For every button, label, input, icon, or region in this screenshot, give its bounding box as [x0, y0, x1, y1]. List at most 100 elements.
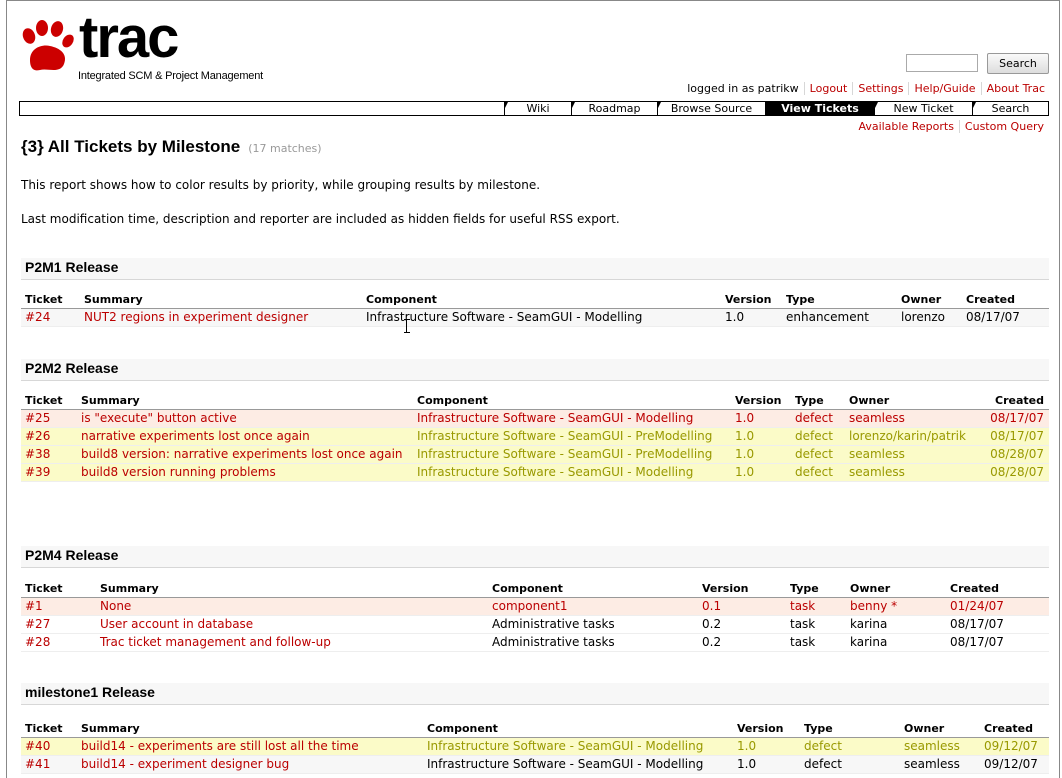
search-button[interactable]: Search: [987, 53, 1049, 74]
ticket-link[interactable]: #38: [25, 447, 50, 461]
tab-wiki-label: Wiki: [526, 102, 550, 115]
ticket-summary-link[interactable]: User account in database: [100, 617, 253, 631]
col-created[interactable]: Created: [980, 720, 1049, 738]
col-summary[interactable]: Summary: [96, 580, 488, 598]
tab-search-label: Search: [991, 102, 1030, 115]
ticket-summary-link[interactable]: build8 version running problems: [81, 465, 276, 479]
about-trac-link[interactable]: About Trac: [987, 82, 1045, 95]
logout-link[interactable]: Logout: [810, 82, 848, 95]
context-navigation: Available Reports Custom Query: [853, 120, 1044, 133]
ticket-type: defect: [791, 427, 845, 446]
col-version[interactable]: Version: [733, 720, 800, 738]
ticket-link[interactable]: #41: [25, 757, 50, 771]
col-version[interactable]: Version: [721, 291, 782, 309]
col-type[interactable]: Type: [782, 291, 897, 309]
report-description: This report shows how to color results b…: [21, 178, 541, 192]
ticket-created: 08/17/07: [946, 633, 1049, 652]
col-created[interactable]: Created: [946, 580, 1049, 598]
milestone-heading-p2m4: P2M4 Release: [21, 546, 1049, 568]
ticket-link[interactable]: #24: [25, 310, 50, 324]
col-summary[interactable]: Summary: [77, 392, 413, 410]
ticket-component: Infrastructure Software - SeamGUI - Mode…: [423, 737, 733, 756]
col-owner[interactable]: Owner: [845, 392, 982, 410]
table-row: #40 build14 - experiments are still lost…: [21, 737, 1049, 756]
milestone-title: P2M4 Release: [25, 547, 119, 563]
ticket-summary-link[interactable]: Trac ticket management and follow-up: [100, 635, 331, 649]
ticket-version: 0.2: [698, 633, 786, 652]
ticket-owner: karina: [846, 615, 946, 634]
tab-new-ticket[interactable]: New Ticket: [874, 102, 972, 115]
ticket-created: 01/24/07: [946, 597, 1049, 616]
ticket-created: 08/28/07: [982, 445, 1049, 464]
col-version[interactable]: Version: [698, 580, 786, 598]
col-type[interactable]: Type: [800, 720, 900, 738]
col-owner[interactable]: Owner: [900, 720, 980, 738]
tab-browse-source[interactable]: Browse Source: [657, 102, 765, 115]
ticket-link[interactable]: #25: [25, 411, 50, 425]
page-title: {3} All Tickets by Milestone (17 matches): [21, 137, 322, 157]
col-type[interactable]: Type: [791, 392, 845, 410]
ticket-owner: karina: [846, 633, 946, 652]
col-component[interactable]: Component: [488, 580, 698, 598]
ticket-summary-link[interactable]: is "execute" button active: [81, 411, 237, 425]
col-ticket[interactable]: Ticket: [21, 720, 77, 738]
ticket-summary-link[interactable]: build14 - experiments are still lost all…: [81, 739, 359, 753]
tickets-table-p2m2: Ticket Summary Component Version Type Ow…: [21, 392, 1049, 482]
help-guide-link[interactable]: Help/Guide: [914, 82, 975, 95]
ticket-summary-link[interactable]: None: [100, 599, 131, 613]
col-summary[interactable]: Summary: [77, 720, 423, 738]
tab-view-tickets[interactable]: View Tickets: [765, 102, 874, 115]
ticket-component: Administrative tasks: [488, 633, 698, 652]
col-component[interactable]: Component: [413, 392, 731, 410]
col-version[interactable]: Version: [731, 392, 791, 410]
logo-tagline: Integrated SCM & Project Management: [78, 70, 263, 82]
col-ticket[interactable]: Ticket: [21, 291, 80, 309]
ticket-link[interactable]: #39: [25, 465, 50, 479]
tab-wiki[interactable]: Wiki: [504, 102, 571, 115]
ticket-link[interactable]: #26: [25, 429, 50, 443]
tab-search[interactable]: Search: [972, 102, 1048, 115]
col-created[interactable]: Created: [982, 392, 1049, 410]
col-ticket[interactable]: Ticket: [21, 392, 77, 410]
search-input[interactable]: [906, 54, 978, 72]
ticket-version: 1.0: [731, 445, 791, 464]
tickets-table-milestone1: Ticket Summary Component Version Type Ow…: [21, 720, 1049, 774]
ticket-owner: seamless: [900, 737, 980, 756]
ticket-link[interactable]: #1: [25, 599, 43, 613]
ticket-type: defect: [791, 463, 845, 482]
col-owner[interactable]: Owner: [897, 291, 962, 309]
ticket-version: 1.0: [721, 308, 782, 327]
ticket-link[interactable]: #27: [25, 617, 50, 631]
ticket-summary-link[interactable]: build8 version: narrative experiments lo…: [81, 447, 403, 461]
ticket-created: 08/17/07: [946, 615, 1049, 634]
ticket-owner: seamless: [845, 445, 982, 464]
col-component[interactable]: Component: [362, 291, 721, 309]
trac-logo[interactable]: trac Integrated SCM & Project Management: [20, 8, 263, 88]
col-type[interactable]: Type: [786, 580, 846, 598]
custom-query-link[interactable]: Custom Query: [965, 120, 1044, 133]
col-ticket[interactable]: Ticket: [21, 580, 96, 598]
ticket-link[interactable]: #40: [25, 739, 50, 753]
table-row: #1 None component1 0.1 task benny * 01/2…: [21, 597, 1049, 616]
settings-link[interactable]: Settings: [858, 82, 903, 95]
ticket-created: 09/12/07: [980, 755, 1049, 774]
ticket-created: 09/12/07: [980, 737, 1049, 756]
ticket-owner: lorenzo/karin/patrik: [845, 427, 982, 446]
col-created[interactable]: Created: [962, 291, 1049, 309]
ticket-link[interactable]: #28: [25, 635, 50, 649]
ticket-summary-link[interactable]: NUT2 regions in experiment designer: [84, 310, 308, 324]
col-summary[interactable]: Summary: [80, 291, 362, 309]
available-reports-link[interactable]: Available Reports: [858, 120, 953, 133]
col-component[interactable]: Component: [423, 720, 733, 738]
ticket-type: enhancement: [782, 308, 897, 327]
tab-roadmap[interactable]: Roadmap: [571, 102, 657, 115]
milestone-heading-p2m2: P2M2 Release: [21, 359, 1049, 381]
ticket-version: 1.0: [731, 427, 791, 446]
report-title: {3} All Tickets by Milestone: [21, 137, 241, 156]
milestone-title: P2M2 Release: [25, 360, 119, 376]
ticket-summary-link[interactable]: narrative experiments lost once again: [81, 429, 310, 443]
tickets-table-p2m1: Ticket Summary Component Version Type Ow…: [21, 291, 1049, 327]
ticket-component: Infrastructure Software - SeamGUI - Mode…: [413, 463, 731, 482]
ticket-summary-link[interactable]: build14 - experiment designer bug: [81, 757, 289, 771]
col-owner[interactable]: Owner: [846, 580, 946, 598]
